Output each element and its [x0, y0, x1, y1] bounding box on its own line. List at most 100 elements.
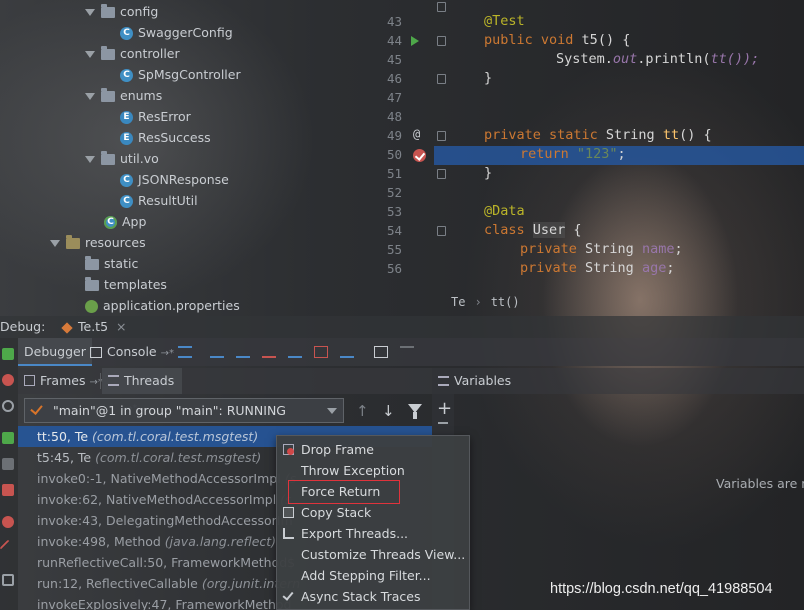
tree-class-spmsgcontroller[interactable]: C SpMsgController: [120, 64, 241, 85]
debug-tool-window-header: Debug: Te.t5 ×: [0, 316, 804, 338]
breakpoint-icon[interactable]: [413, 149, 426, 162]
step-over-icon[interactable]: [210, 346, 224, 358]
console-icon: [90, 347, 102, 358]
debug-side-toolbar: [0, 338, 18, 610]
tab-console[interactable]: Console →*: [84, 338, 180, 366]
expand-arrow-icon[interactable]: [85, 9, 95, 16]
frame-context-menu: Drop Frame Throw Exception Force Return …: [276, 435, 470, 610]
line-number: 45: [386, 52, 402, 67]
arrow-down-icon[interactable]: ↓: [382, 402, 395, 420]
drop-frame-icon[interactable]: [314, 346, 328, 358]
tree-folder-controller[interactable]: controller: [85, 43, 180, 64]
code-line-56: private String age;: [520, 260, 675, 276]
chevron-right-icon: ›: [474, 295, 482, 309]
enum-icon: E: [120, 111, 133, 124]
code-line-53: @Data: [484, 203, 525, 219]
stop-icon[interactable]: [2, 484, 14, 496]
menu-item-throw-exception[interactable]: Throw Exception: [277, 460, 469, 481]
tree-folder-resources[interactable]: resources: [50, 232, 146, 253]
run-to-cursor-icon[interactable]: [340, 346, 354, 358]
step-into-icon[interactable]: [236, 346, 250, 358]
variables-header[interactable]: Variables: [432, 368, 804, 394]
expand-arrow-icon[interactable]: [85, 93, 95, 100]
tree-enum-reserror[interactable]: E ResError: [120, 106, 191, 127]
tree-folder-config[interactable]: config: [85, 1, 158, 22]
tree-folder-util-vo[interactable]: util.vo: [85, 148, 159, 169]
code-line-45: System.out.println(tt());: [556, 51, 760, 67]
line-number: 44: [386, 33, 402, 48]
mute-breakpoints-icon[interactable]: [0, 539, 17, 557]
watermark: https://blog.csdn.net/qq_41988504: [550, 581, 773, 597]
rerun-icon[interactable]: [2, 348, 14, 360]
expand-arrow-icon[interactable]: [50, 240, 60, 247]
filter-icon[interactable]: [408, 404, 422, 419]
folder-icon: [101, 151, 115, 165]
folder-icon: [85, 277, 99, 291]
view-breakpoints-icon[interactable]: [2, 516, 14, 528]
pause-icon[interactable]: [2, 458, 14, 470]
thread-selector[interactable]: "main"@1 in group "main": RUNNING: [24, 398, 344, 423]
settings-icon[interactable]: [2, 400, 14, 412]
add-watch-icon[interactable]: +: [437, 398, 452, 419]
override-marker-icon: @: [413, 127, 421, 141]
divider: [100, 373, 101, 389]
frames-threads-header: Frames →* Threads →*: [18, 368, 432, 414]
folder-icon: [101, 88, 115, 102]
remove-watch-icon[interactable]: [438, 422, 448, 424]
code-editor[interactable]: 43 44 45 46 47 48 49 50 51 52 53 54 55 5…: [380, 0, 804, 316]
evaluate-expression-icon[interactable]: [374, 346, 388, 358]
resume-icon[interactable]: [2, 432, 14, 444]
code-line-46: }: [484, 70, 493, 86]
properties-file-icon: [85, 300, 98, 313]
menu-item-async-stack-traces[interactable]: Async Stack Traces: [277, 586, 469, 607]
trace-icon[interactable]: [400, 346, 414, 358]
breadcrumb-item-method[interactable]: tt(): [491, 295, 520, 309]
check-icon: [30, 402, 43, 415]
tree-class-app[interactable]: C App: [104, 211, 146, 232]
debug-session-tab[interactable]: Te.t5: [61, 316, 108, 338]
class-icon: C: [120, 174, 133, 187]
tree-class-swaggerconfig[interactable]: C SwaggerConfig: [120, 22, 233, 43]
fold-marker-icon[interactable]: [437, 169, 446, 179]
fold-marker-icon[interactable]: [437, 74, 446, 84]
breadcrumb-item-class[interactable]: Te: [451, 295, 465, 309]
line-number: 47: [386, 90, 402, 105]
fold-marker-icon[interactable]: [437, 131, 446, 141]
fold-marker-icon[interactable]: [437, 36, 446, 46]
folder-icon: [85, 256, 99, 270]
fold-marker-icon[interactable]: [437, 226, 446, 236]
menu-item-copy-stack[interactable]: Copy Stack: [277, 502, 469, 523]
tree-folder-templates[interactable]: templates: [85, 274, 167, 295]
tab-debugger[interactable]: Debugger: [18, 338, 92, 366]
tree-folder-static[interactable]: static: [85, 253, 138, 274]
tree-file-application-properties[interactable]: application.properties: [85, 295, 240, 316]
show-execution-point-icon[interactable]: [178, 346, 192, 358]
camera-icon[interactable]: [2, 574, 14, 586]
line-number: 43: [386, 14, 402, 29]
tree-class-resultutil[interactable]: C ResultUtil: [120, 190, 198, 211]
chevron-down-icon[interactable]: [327, 408, 337, 414]
tree-class-jsonresponse[interactable]: C JSONResponse: [120, 169, 229, 190]
debug-title: Debug:: [0, 319, 46, 334]
menu-item-drop-frame[interactable]: Drop Frame: [277, 439, 469, 460]
menu-item-export-threads[interactable]: Export Threads...: [277, 523, 469, 544]
line-number: 50: [386, 147, 402, 162]
expand-arrow-icon[interactable]: [85, 156, 95, 163]
tab-frames[interactable]: Frames →*: [18, 368, 103, 394]
expand-arrow-icon[interactable]: [85, 51, 95, 58]
menu-item-add-stepping-filter[interactable]: Add Stepping Filter...: [277, 565, 469, 586]
tree-enum-ressuccess[interactable]: E ResSuccess: [120, 127, 211, 148]
threads-icon: [108, 375, 119, 386]
tree-folder-enums[interactable]: enums: [85, 85, 162, 106]
line-number: 51: [386, 166, 402, 181]
breakpoint-settings-icon[interactable]: [2, 374, 14, 386]
fold-marker-icon[interactable]: [437, 2, 446, 12]
run-test-icon[interactable]: [411, 36, 419, 46]
close-icon[interactable]: ×: [116, 316, 126, 338]
force-step-into-icon[interactable]: [262, 346, 276, 358]
code-line-54: class User {: [484, 222, 582, 238]
arrow-up-icon[interactable]: ↑: [356, 402, 369, 420]
tab-threads[interactable]: Threads →*: [102, 368, 182, 414]
menu-item-customize-threads-view[interactable]: Customize Threads View...: [277, 544, 469, 565]
step-out-icon[interactable]: [288, 346, 302, 358]
